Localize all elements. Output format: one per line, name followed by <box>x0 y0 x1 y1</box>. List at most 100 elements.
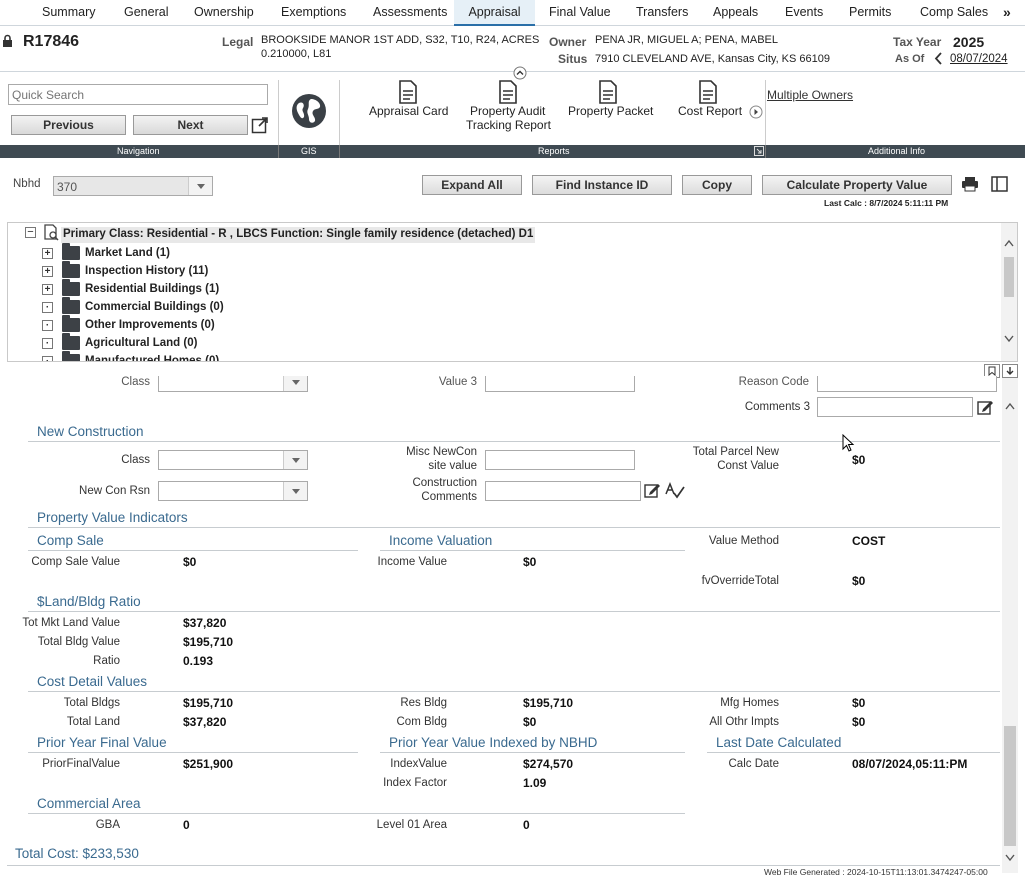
expand-icon[interactable]: + <box>42 266 53 277</box>
tree-scroll-thumb[interactable] <box>1004 257 1014 297</box>
nbhd-select[interactable]: 370 <box>53 176 213 196</box>
next-button[interactable]: Next <box>133 115 248 135</box>
mfg-homes: $0 <box>852 696 866 710</box>
dialog-launcher-icon[interactable] <box>754 146 764 156</box>
find-instance-button[interactable]: Find Instance ID <box>532 175 672 195</box>
nc-class-select[interactable] <box>158 450 308 470</box>
print-icon[interactable] <box>961 176 979 192</box>
res-bldg: $195,710 <box>523 696 574 710</box>
folder-icon <box>62 315 80 332</box>
construction-comments-input[interactable] <box>485 481 641 501</box>
property-audit-report-line2[interactable]: Tracking Report <box>466 118 551 132</box>
scroll-up-icon[interactable] <box>1004 239 1014 247</box>
document-icon[interactable] <box>498 80 518 104</box>
total-parcel-new-value: $0 <box>852 453 866 467</box>
expand-all-button[interactable]: Expand All <box>422 175 522 195</box>
total-bldgs: $195,710 <box>183 696 234 710</box>
scroll-up-icon[interactable] <box>1005 402 1015 410</box>
othr-impts: $0 <box>852 715 866 729</box>
misc-newcon-input[interactable] <box>485 450 635 470</box>
total-parcel-new-label-2: Const Value <box>717 460 779 472</box>
web-file-generated: Web File Generated : 2024-10-15T11:13:01… <box>764 867 988 877</box>
expand-icon[interactable]: + <box>42 248 53 259</box>
edit-icon[interactable] <box>977 399 994 416</box>
document-icon[interactable] <box>398 80 418 104</box>
property-audit-report[interactable]: Property Audit <box>470 104 545 118</box>
tab-transfers[interactable]: Transfers <box>636 0 688 26</box>
gba-value: 0 <box>183 818 190 832</box>
collapse-ribbon-icon[interactable] <box>513 66 527 80</box>
multiple-owners-link[interactable]: Multiple Owners <box>767 88 853 102</box>
folder-icon <box>62 351 80 361</box>
chevron-down-icon[interactable] <box>188 177 212 195</box>
tab-appeals[interactable]: Appeals <box>713 0 758 26</box>
mouse-cursor-icon <box>842 434 855 452</box>
comp-sale-header: Comp Sale <box>28 533 358 551</box>
nc-rsn-select[interactable] <box>158 481 308 501</box>
form-scrollbar[interactable] <box>1002 378 1018 873</box>
document-icon[interactable] <box>598 80 618 104</box>
legal-line-1: BROOKSIDE MANOR 1ST ADD, S32, T10, R24, … <box>261 34 540 46</box>
tab-bar: Summary General Ownership Exemptions Ass… <box>0 0 1025 26</box>
chevron-down-icon[interactable] <box>283 376 307 391</box>
partial-reason-input[interactable] <box>817 376 997 392</box>
download-icon[interactable] <box>1002 364 1018 378</box>
value-method: COST <box>852 534 886 548</box>
partial-class-select[interactable] <box>158 376 308 392</box>
collapse-root-icon[interactable]: − <box>25 227 36 238</box>
tab-assessments[interactable]: Assessments <box>373 0 447 26</box>
edit-icon[interactable] <box>644 482 661 499</box>
nc-class-label: Class <box>121 454 150 466</box>
index-value-label: IndexValue <box>390 758 447 770</box>
tab-permits[interactable]: Permits <box>849 0 891 26</box>
tree-item-label: Other Improvements (0) <box>85 319 215 331</box>
panel-layout-icon[interactable] <box>991 176 1008 192</box>
group-additional-label: Additional Info <box>868 146 926 156</box>
tab-final-value[interactable]: Final Value <box>549 0 611 26</box>
spellcheck-icon[interactable] <box>665 482 685 499</box>
folder-icon <box>62 261 80 278</box>
total-bldgs-label: Total Bldgs <box>63 697 120 709</box>
income-valuation-header: Income Valuation <box>380 533 685 551</box>
chevron-down-icon[interactable] <box>283 482 307 500</box>
tab-ownership[interactable]: Ownership <box>194 0 254 26</box>
as-of-date[interactable]: 08/07/2024 <box>950 53 1008 65</box>
group-reports-label: Reports <box>538 146 570 156</box>
tab-general[interactable]: General <box>124 0 168 26</box>
tree-root[interactable]: Primary Class: Residential - R , LBCS Fu… <box>61 227 536 243</box>
prior-year-header: Prior Year Final Value <box>28 735 358 753</box>
tab-comp-sales[interactable]: Comp Sales <box>920 0 988 26</box>
as-of-label: As Of <box>895 53 925 65</box>
tab-exemptions[interactable]: Exemptions <box>281 0 346 26</box>
copy-button[interactable]: Copy <box>682 175 752 195</box>
more-tabs-icon[interactable]: » <box>1003 0 1011 26</box>
quick-search-input[interactable] <box>8 84 268 105</box>
nbhd-value: 370 <box>57 180 78 194</box>
form-scroll-thumb[interactable] <box>1004 726 1016 846</box>
tab-events[interactable]: Events <box>785 0 823 26</box>
scroll-down-icon[interactable] <box>1004 335 1014 343</box>
globe-icon[interactable] <box>291 93 327 129</box>
tree-scrollbar[interactable] <box>1001 223 1017 361</box>
chevron-left-icon[interactable] <box>934 52 944 65</box>
override-value: $0 <box>852 574 866 588</box>
index-factor-label: Index Factor <box>383 777 447 789</box>
calc-date: 08/07/2024,05:11:PM <box>852 757 968 771</box>
lock-icon <box>3 34 12 47</box>
tab-appraisal[interactable]: Appraisal <box>454 0 535 26</box>
scroll-down-icon[interactable] <box>1005 854 1015 862</box>
open-external-icon[interactable] <box>251 116 269 134</box>
situs-value: 7910 CLEVELAND AVE, Kansas City, KS 6610… <box>595 53 831 65</box>
appraisal-card-report[interactable]: Appraisal Card <box>369 104 448 118</box>
tab-summary[interactable]: Summary <box>42 0 95 26</box>
expand-icon[interactable]: + <box>42 284 53 295</box>
calculate-button[interactable]: Calculate Property Value <box>762 175 952 195</box>
previous-button[interactable]: Previous <box>11 115 126 135</box>
document-icon[interactable] <box>698 80 718 104</box>
cost-report[interactable]: Cost Report <box>678 104 742 118</box>
partial-value3-input[interactable] <box>485 376 635 392</box>
property-packet-report[interactable]: Property Packet <box>568 104 653 118</box>
comments3-input[interactable] <box>817 397 973 417</box>
chevron-down-icon[interactable] <box>283 451 307 469</box>
scroll-right-icon[interactable] <box>749 105 763 119</box>
